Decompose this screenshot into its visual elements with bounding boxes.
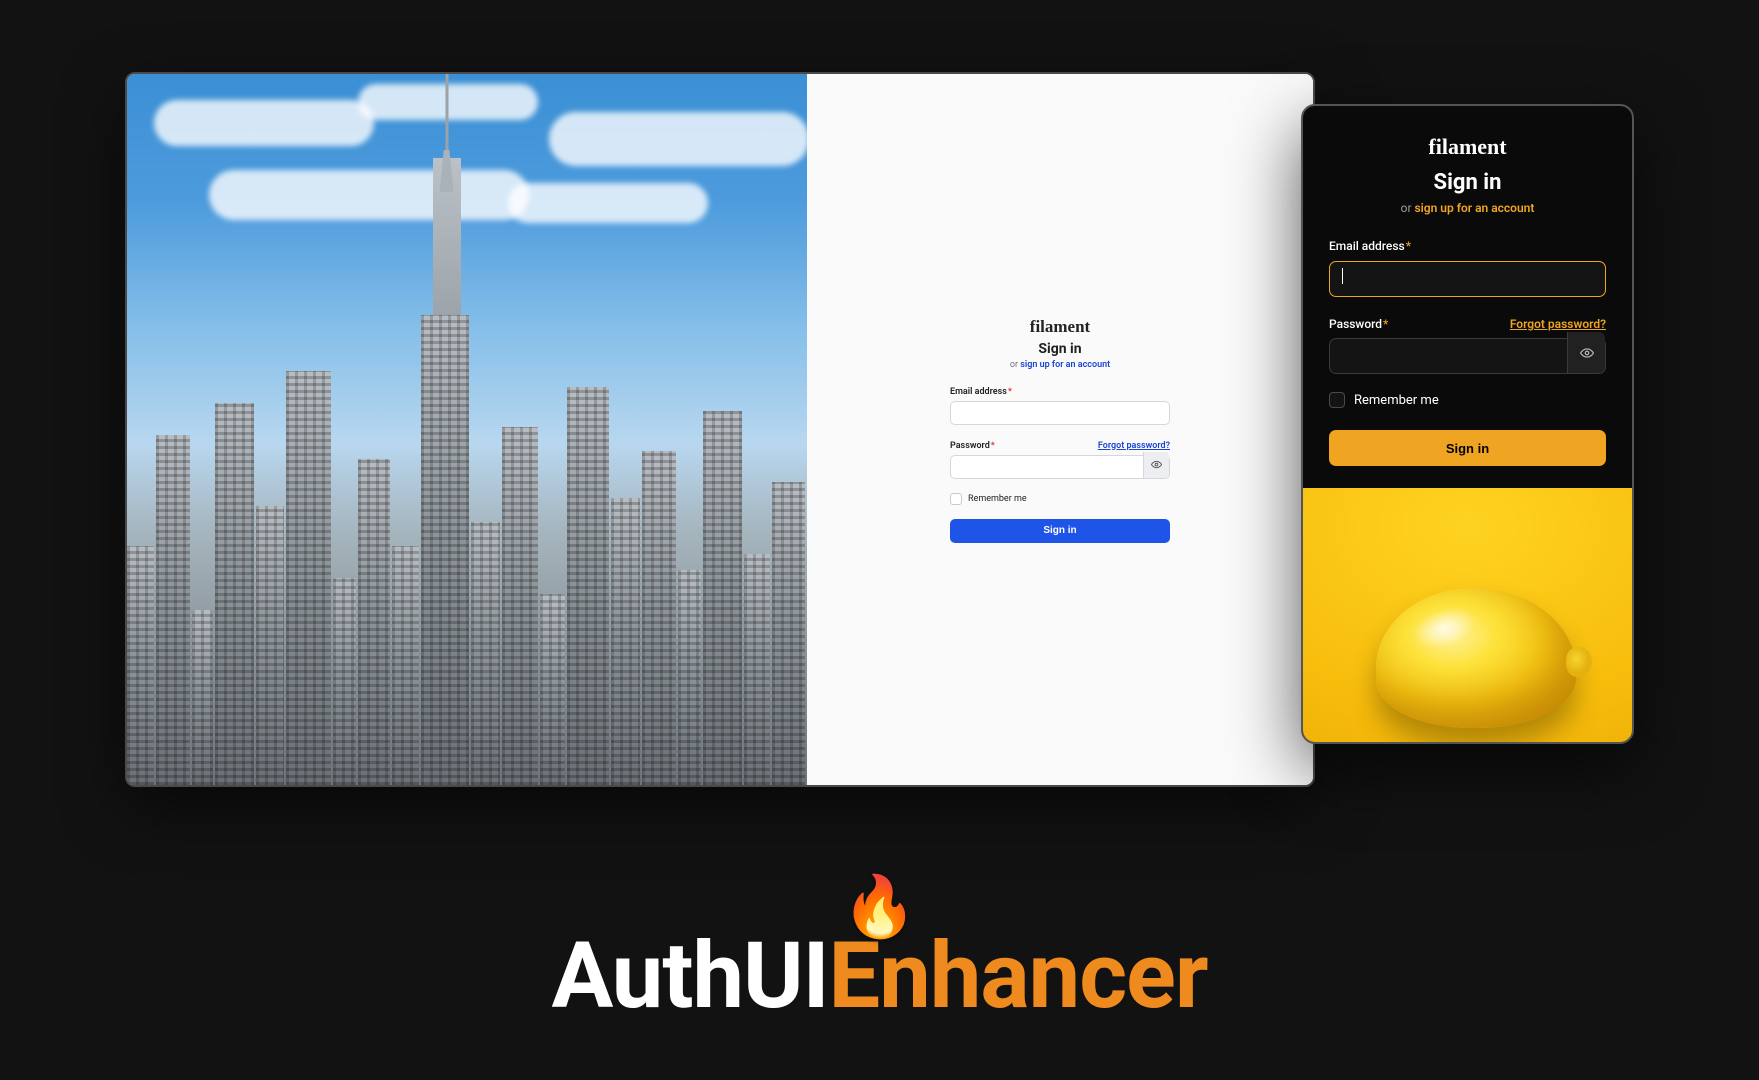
dark-title: Sign in	[1329, 170, 1606, 195]
light-password-label: Password*	[950, 441, 995, 451]
light-remember-label: Remember me	[968, 494, 1027, 504]
light-remember-row[interactable]: Remember me	[950, 493, 1170, 505]
product-title: 🔥 AuthUIEnhancer	[551, 877, 1207, 1030]
dark-email-input[interactable]	[1329, 261, 1606, 297]
dark-password-label: Password*	[1329, 317, 1388, 331]
checkbox-icon[interactable]	[1329, 392, 1345, 408]
brand-logo-light: filament	[950, 317, 1170, 337]
dark-email-label: Email address*	[1329, 239, 1411, 253]
light-form-panel: filament Sign in or sign up for an accou…	[807, 74, 1313, 785]
light-email-label: Email address*	[950, 387, 1012, 397]
eye-icon[interactable]	[1143, 452, 1169, 478]
dark-remember-label: Remember me	[1354, 393, 1439, 408]
light-title: Sign in	[950, 341, 1170, 357]
light-signin-form: filament Sign in or sign up for an accou…	[950, 317, 1170, 543]
lemon-image	[1303, 488, 1632, 742]
brand-logo-dark: filament	[1329, 134, 1606, 160]
checkbox-icon[interactable]	[950, 493, 962, 505]
flame-icon: 🔥	[551, 877, 1207, 937]
dark-signin-button[interactable]: Sign in	[1329, 430, 1606, 466]
light-forgot-link[interactable]: Forgot password?	[1098, 441, 1170, 451]
text-caret-icon	[1342, 268, 1343, 284]
product-name-part1: AuthUI	[551, 923, 828, 1030]
dark-forgot-link[interactable]: Forgot password?	[1510, 317, 1606, 331]
light-password-input[interactable]	[950, 455, 1170, 479]
mobile-preview-window: filament Sign in or sign up for an accou…	[1301, 104, 1634, 744]
eye-icon[interactable]	[1567, 332, 1605, 373]
dark-subtitle: or sign up for an account	[1329, 201, 1606, 215]
light-signin-button[interactable]: Sign in	[950, 519, 1170, 543]
light-subtitle: or sign up for an account	[950, 360, 1170, 370]
dark-signin-form: filament Sign in or sign up for an accou…	[1303, 106, 1632, 488]
city-skyline-image	[127, 74, 807, 785]
dark-remember-row[interactable]: Remember me	[1329, 392, 1606, 408]
dark-password-input[interactable]	[1329, 338, 1606, 374]
light-email-input[interactable]	[950, 401, 1170, 425]
dark-signup-link[interactable]: sign up for an account	[1414, 201, 1534, 215]
light-signup-link[interactable]: sign up for an account	[1020, 360, 1110, 370]
desktop-preview-window: filament Sign in or sign up for an accou…	[125, 72, 1315, 787]
